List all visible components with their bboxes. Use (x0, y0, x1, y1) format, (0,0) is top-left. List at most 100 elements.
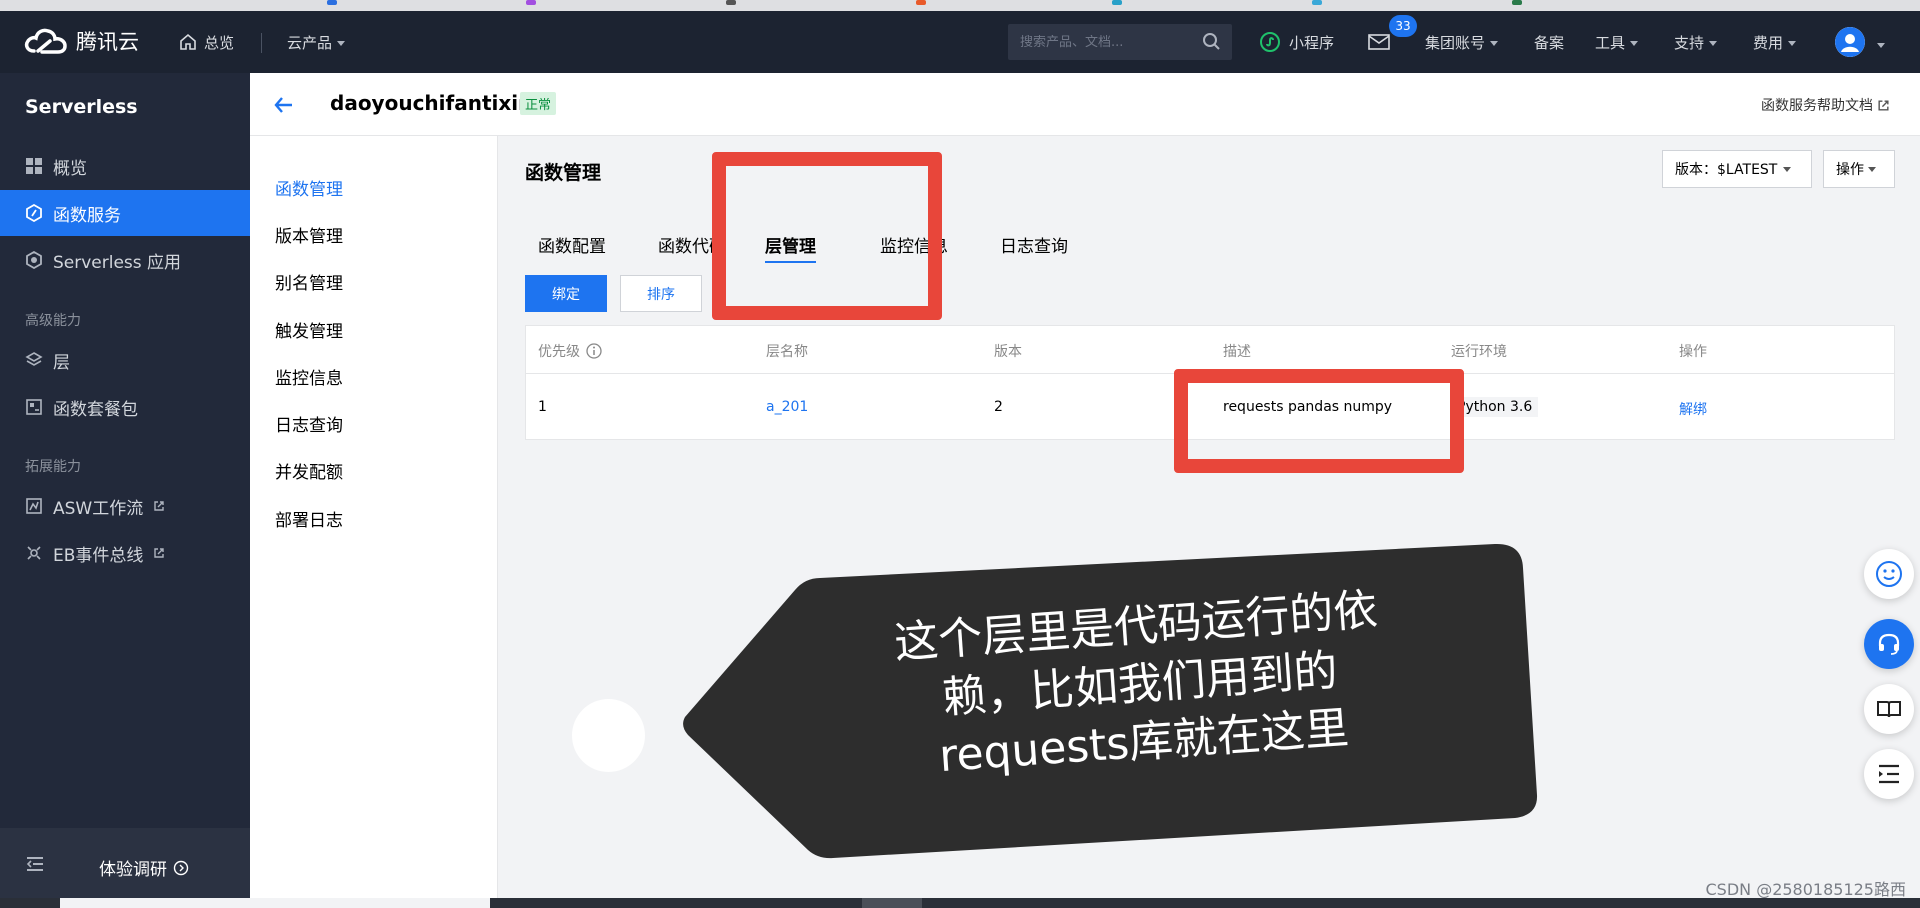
headset-icon (1878, 633, 1900, 655)
callout-text: 这个层里是代码运行的依 赖，比如我们用到的 requests库就在这里 (855, 579, 1426, 792)
survey-link[interactable]: 体验调研 (99, 855, 189, 880)
grid-icon (26, 158, 42, 174)
overview-label: 总览 (204, 33, 235, 52)
column-header-description: 描述 (1223, 344, 1251, 360)
sidebar-item-label: EB事件总线 (53, 545, 144, 566)
column-header-priority: 优先级 (538, 341, 602, 361)
sidebar-item-function-service[interactable]: 函数服务 (0, 190, 250, 236)
outline-list-icon (1879, 764, 1899, 784)
docs-button[interactable] (1864, 684, 1914, 734)
mini-program-label: 小程序 (1289, 33, 1335, 52)
column-header-version: 版本 (994, 344, 1022, 360)
nav-divider (261, 33, 262, 53)
tools-menu[interactable]: 工具 (1595, 11, 1639, 73)
collapse-menu-icon[interactable] (25, 855, 45, 873)
mail-nav[interactable] (1368, 11, 1390, 73)
external-link-icon (1878, 99, 1889, 111)
cell-runtime: Python 3.6 (1451, 397, 1539, 417)
arrow-circle-icon (173, 860, 189, 875)
unbind-link[interactable]: 解绑 (1679, 399, 1707, 419)
overview-nav[interactable]: 总览 (178, 11, 234, 73)
tab-function-config[interactable]: 函数配置 (538, 232, 606, 257)
chevron-down-icon[interactable] (1877, 43, 1885, 48)
tab-monitoring[interactable]: 监控信息 (880, 232, 948, 257)
workflow-icon (26, 498, 42, 514)
sidebar-group-extend: 拓展能力 (25, 459, 81, 475)
billing-menu[interactable]: 费用 (1753, 11, 1797, 73)
tab-layer-management[interactable]: 层管理 (765, 232, 816, 263)
sidebar-item-serverless-app[interactable]: Serverless 应用 (0, 237, 250, 283)
sidebar-title: Serverless (25, 96, 138, 118)
chevron-down-icon (337, 40, 346, 46)
runtime-tag: Python 3.6 (1451, 397, 1539, 417)
bind-button[interactable]: 绑定 (525, 275, 607, 312)
operation-select-value: 操作 (1836, 162, 1864, 178)
smile-icon (1876, 561, 1902, 587)
sidebar-item-label: 层 (53, 352, 70, 373)
sidebar-item-overview[interactable]: 概览 (0, 143, 250, 189)
submenu-monitoring[interactable]: 监控信息 (275, 364, 343, 389)
external-link-icon (154, 501, 164, 511)
sidebar-group-advanced: 高级能力 (25, 313, 81, 329)
chevron-down-icon (1783, 166, 1792, 172)
sidebar-item-layers[interactable]: 层 (0, 337, 250, 383)
sidebar-item-label: ASW工作流 (53, 498, 144, 519)
layers-icon (25, 352, 43, 366)
submenu-trigger-management[interactable]: 触发管理 (275, 317, 343, 342)
cell-version: 2 (994, 399, 1003, 415)
function-submenu: 函数管理 版本管理 别名管理 触发管理 监控信息 日志查询 并发配额 部署日志 (250, 136, 498, 908)
tab-function-code[interactable]: 函数代码 (658, 232, 726, 257)
function-name: daoyouchifantixing (330, 91, 547, 115)
submenu-deploy-log[interactable]: 部署日志 (275, 506, 343, 531)
mini-program-icon (1260, 32, 1280, 52)
info-icon[interactable] (586, 343, 602, 359)
submenu-function-management[interactable]: 函数管理 (275, 175, 343, 200)
package-icon (26, 399, 42, 415)
mail-count-badge: 33 (1389, 15, 1417, 37)
layer-name-link[interactable]: a_201 (766, 399, 808, 415)
submenu-version-management[interactable]: 版本管理 (275, 222, 343, 247)
tab-log-query[interactable]: 日志查询 (1000, 232, 1068, 257)
home-icon (180, 33, 196, 50)
sort-button[interactable]: 排序 (620, 275, 702, 312)
sidebar-item-eventbus[interactable]: EB事件总线 (0, 530, 250, 576)
filing-nav[interactable]: 备案 (1534, 11, 1564, 73)
sidebar-item-package[interactable]: 函数套餐包 (0, 384, 250, 430)
column-header-runtime: 运行环境 (1451, 344, 1507, 360)
top-navbar: 腾讯云 总览 云产品 小程序 33 集团账号 备案 (0, 11, 1920, 73)
external-link-icon (154, 548, 165, 558)
version-select-value: 版本：$LATEST (1675, 162, 1778, 178)
back-arrow-icon[interactable] (273, 94, 295, 116)
mini-program-nav[interactable]: 小程序 (1259, 11, 1334, 73)
cloud-products-menu[interactable]: 云产品 (287, 11, 346, 73)
app-icon (26, 251, 42, 269)
left-sidebar: Serverless 概览 函数服务 Serverless 应用 高级能力 层 (0, 73, 250, 908)
status-badge: 正常 (520, 92, 557, 115)
chevron-down-icon (1868, 166, 1876, 172)
outline-button[interactable] (1864, 749, 1914, 799)
search-icon[interactable] (1202, 32, 1222, 52)
customer-service-button[interactable] (1864, 619, 1914, 669)
version-select[interactable]: 版本：$LATEST (1662, 150, 1812, 188)
tencent-cloud-logo[interactable]: 腾讯云 (24, 25, 139, 57)
operation-select[interactable]: 操作 (1823, 150, 1895, 188)
page-header: daoyouchifantixing 正常 函数服务帮助文档 (250, 73, 1920, 136)
help-doc-link[interactable]: 函数服务帮助文档 (1761, 95, 1890, 115)
submenu-concurrency-quota[interactable]: 并发配额 (275, 458, 343, 483)
logo-text: 腾讯云 (76, 30, 139, 54)
search-input[interactable] (1008, 34, 1188, 50)
submenu-log-query[interactable]: 日志查询 (275, 411, 343, 436)
eventbus-icon (27, 546, 41, 560)
user-avatar[interactable] (1835, 27, 1865, 57)
annotation-dot (572, 699, 645, 772)
submenu-alias-management[interactable]: 别名管理 (275, 269, 343, 294)
sidebar-item-label: 概览 (53, 158, 87, 179)
smile-feedback-button[interactable] (1864, 549, 1914, 599)
group-account-menu[interactable]: 集团账号 (1425, 11, 1499, 73)
taskbar-strip (0, 898, 1920, 908)
support-menu[interactable]: 支持 (1674, 11, 1718, 73)
mail-icon (1368, 34, 1390, 50)
sidebar-item-label: Serverless 应用 (53, 252, 182, 273)
sidebar-item-asw-workflow[interactable]: ASW工作流 (0, 483, 250, 529)
survey-label: 体验调研 (99, 860, 167, 880)
